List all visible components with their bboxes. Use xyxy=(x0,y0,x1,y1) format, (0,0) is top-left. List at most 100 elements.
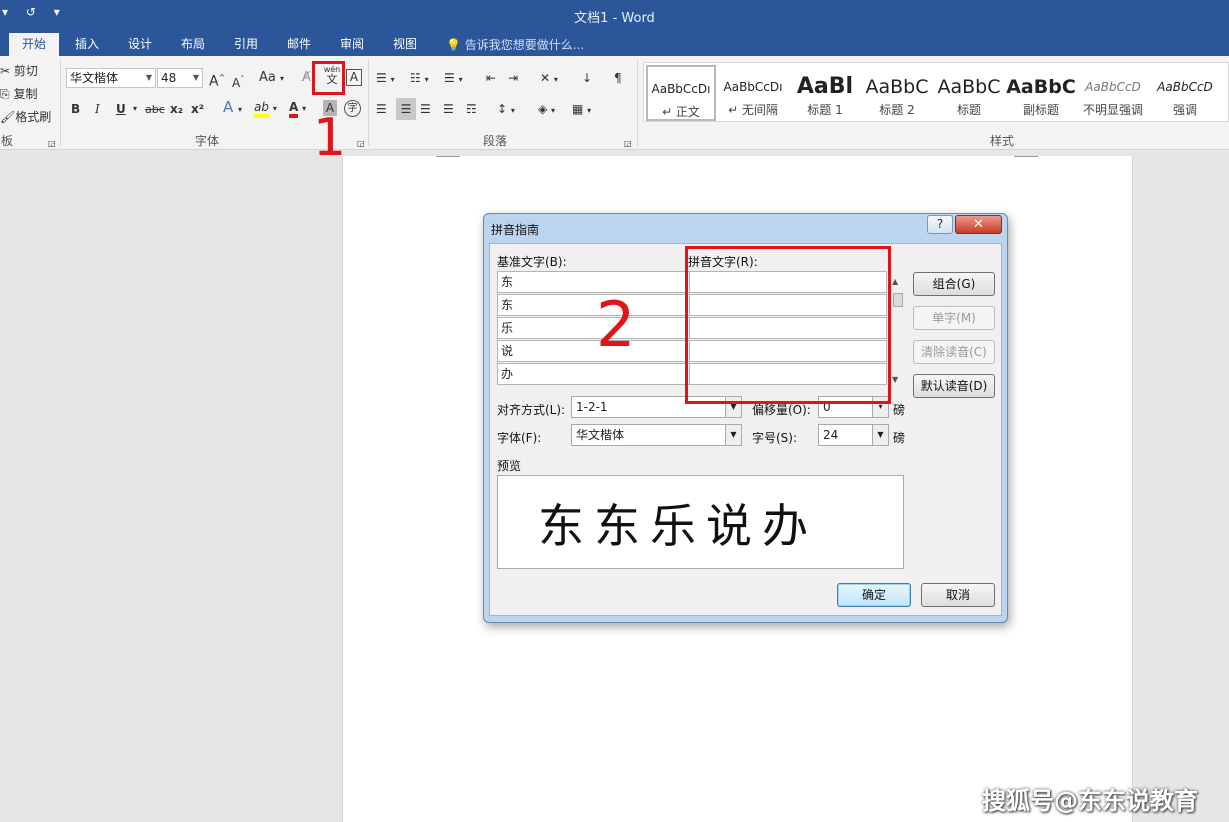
underline-button[interactable]: U xyxy=(116,101,126,117)
font-launcher-icon[interactable]: ◲ xyxy=(357,136,365,152)
tab-layout[interactable]: 布局 xyxy=(172,33,214,56)
distributed-icon[interactable]: ☶ xyxy=(466,101,477,117)
separator xyxy=(60,60,61,146)
font-size-combo[interactable]: 48 ▼ xyxy=(157,68,203,88)
strikethrough-button[interactable]: abc xyxy=(145,102,165,118)
change-case-button[interactable]: Aa ▾ xyxy=(259,70,284,87)
grow-font-button[interactable]: A^ xyxy=(209,70,225,90)
clipboard-launcher-icon[interactable]: ◲ xyxy=(48,136,56,152)
tab-review[interactable]: 审阅 xyxy=(331,33,373,56)
style-normal[interactable]: AaBbCcDı ↵ 正文 xyxy=(646,65,716,121)
tab-view[interactable]: 视图 xyxy=(384,33,426,56)
scroll-down-icon[interactable]: ▼ xyxy=(892,375,898,384)
numbering-icon[interactable]: ☷ ▾ xyxy=(410,70,429,88)
font-name-combo[interactable]: 华文楷体 ▼ xyxy=(66,68,156,88)
tab-insert[interactable]: 插入 xyxy=(66,33,108,56)
enclose-characters-button[interactable]: 字 xyxy=(344,100,361,117)
increase-indent-icon[interactable]: ⇥ xyxy=(508,70,518,86)
ok-button[interactable]: 确定 xyxy=(837,583,911,607)
styles-gallery: AaBbCcDı ↵ 正文 AaBbCcDı ↵ 无间隔 AaBl 标题 1 AaBb… xyxy=(643,62,1229,122)
group-button[interactable]: 组合(G) xyxy=(913,272,995,296)
style-subtitle[interactable]: AaBbC 副标题 xyxy=(1006,65,1076,121)
align-center-icon[interactable]: ☰ xyxy=(396,98,416,120)
copy-button[interactable]: ⎘ 复制 xyxy=(0,85,37,102)
sort-icon[interactable]: ↓ xyxy=(582,70,592,86)
scroll-thumb[interactable] xyxy=(893,293,903,307)
title-bar: ▾ ↺ ▾ 文档1 - Word xyxy=(0,0,1229,31)
superscript-button[interactable]: x² xyxy=(191,101,204,117)
shading-icon[interactable]: ◈ ▾ xyxy=(538,101,555,119)
list-scrollbar[interactable]: ▲ ▼ xyxy=(892,277,904,387)
show-marks-icon[interactable]: ¶ xyxy=(614,70,622,86)
style-sample: AaBbCcDı xyxy=(723,80,783,94)
tab-mailings[interactable]: 邮件 xyxy=(278,33,320,56)
bullets-icon[interactable]: ☰ ▾ xyxy=(376,70,395,88)
scissors-icon: ✂ xyxy=(0,64,11,78)
highlight-icon: ab xyxy=(254,100,269,118)
font-value: 华文楷体 xyxy=(576,428,625,442)
style-name: 标题 1 xyxy=(807,103,843,117)
clear-formatting-icon[interactable]: A̸ xyxy=(302,70,311,86)
separator xyxy=(637,60,638,146)
highlight-button[interactable]: ab ▾ xyxy=(254,99,277,118)
tab-design[interactable]: 设计 xyxy=(119,33,161,56)
align-right-icon[interactable]: ☰ xyxy=(420,101,431,117)
chevron-down-icon: ▼ xyxy=(725,425,741,445)
style-title[interactable]: AaBbC 标题 xyxy=(934,65,1004,121)
tell-me-box[interactable]: 💡 告诉我您想要做什么... xyxy=(446,36,584,53)
font-select[interactable]: 华文楷体 ▼ xyxy=(571,424,742,446)
text-effects-icon: A xyxy=(223,98,234,116)
underline-dropdown-icon[interactable]: ▾ xyxy=(133,101,137,117)
scroll-up-icon[interactable]: ▲ xyxy=(892,277,898,286)
size-select[interactable]: 24 ▼ xyxy=(818,424,889,446)
base-text-label: 基准文字(B): xyxy=(497,255,567,269)
help-button[interactable]: ? xyxy=(927,215,953,234)
decrease-indent-icon[interactable]: ⇤ xyxy=(486,70,496,86)
subscript-button[interactable]: x₂ xyxy=(170,101,183,117)
format-painter-button[interactable]: 🖌格式刷 xyxy=(0,108,51,125)
chevron-down-icon: ▼ xyxy=(872,425,888,445)
chevron-down-icon: ▼ xyxy=(145,73,152,82)
alignment-label: 对齐方式(L): xyxy=(497,403,566,417)
clipboard-group-label: 板 xyxy=(1,134,14,148)
tab-references[interactable]: 引用 xyxy=(225,33,267,56)
borders-icon[interactable]: ▦ ▾ xyxy=(572,101,591,119)
style-name: 标题 xyxy=(956,103,981,117)
style-subtle-emphasis[interactable]: AaBbCcD 不明显强调 xyxy=(1078,65,1148,121)
align-left-icon[interactable]: ☰ xyxy=(376,101,387,117)
bold-button[interactable]: B xyxy=(71,101,80,117)
style-emphasis[interactable]: AaBbCcD 强调 xyxy=(1150,65,1220,121)
cut-label: 剪切 xyxy=(13,64,38,78)
style-heading-1[interactable]: AaBl 标题 1 xyxy=(790,65,860,121)
default-reading-button[interactable]: 默认读音(D) xyxy=(913,374,995,398)
shrink-font-button[interactable]: Aˇ xyxy=(232,72,244,91)
cancel-button[interactable]: 取消 xyxy=(921,583,995,607)
base-text-cell[interactable]: 东 xyxy=(497,294,690,316)
font-label: 字体(F): xyxy=(497,431,542,445)
base-text-cell[interactable]: 说 xyxy=(497,340,690,362)
mono-button[interactable]: 单字(M) xyxy=(913,306,995,330)
style-name: 副标题 xyxy=(1022,103,1059,117)
cut-button[interactable]: ✂ 剪切 xyxy=(0,62,38,79)
style-heading-2[interactable]: AaBbC 标题 2 xyxy=(862,65,932,121)
chinese-layout-icon[interactable]: ✕ ▾ xyxy=(540,70,558,88)
character-border-button[interactable]: A xyxy=(346,69,362,86)
font-color-button[interactable]: A ▾ xyxy=(289,99,306,118)
base-text-cell[interactable]: 东 xyxy=(497,271,690,293)
style-no-spacing[interactable]: AaBbCcDı ↵ 无间隔 xyxy=(718,65,788,121)
italic-button[interactable]: I xyxy=(95,101,100,117)
paragraph-launcher-icon[interactable]: ◲ xyxy=(624,136,632,152)
line-spacing-icon[interactable]: ↕ ▾ xyxy=(497,101,515,119)
clear-reading-button[interactable]: 清除读音(C) xyxy=(913,340,995,364)
text-effects-button[interactable]: A ▾ xyxy=(223,99,242,118)
base-text-cell[interactable]: 乐 xyxy=(497,317,690,339)
margin-mark xyxy=(1014,156,1038,157)
close-button[interactable]: ✕ xyxy=(955,215,1002,234)
margin-mark xyxy=(436,156,460,157)
multilevel-list-icon[interactable]: ☰ ▾ xyxy=(444,70,463,88)
tab-home[interactable]: 开始 xyxy=(9,33,59,56)
base-text-cell[interactable]: 办 xyxy=(497,363,690,385)
ribbon: ✂ 剪切 ⎘ 复制 🖌格式刷 板 ◲ 华文楷体 ▼ 48 ▼ A^ Aˇ Aa ▾ … xyxy=(0,56,1229,150)
justify-icon[interactable]: ☰ xyxy=(443,101,454,117)
font-group-label: 字体 xyxy=(195,134,220,148)
